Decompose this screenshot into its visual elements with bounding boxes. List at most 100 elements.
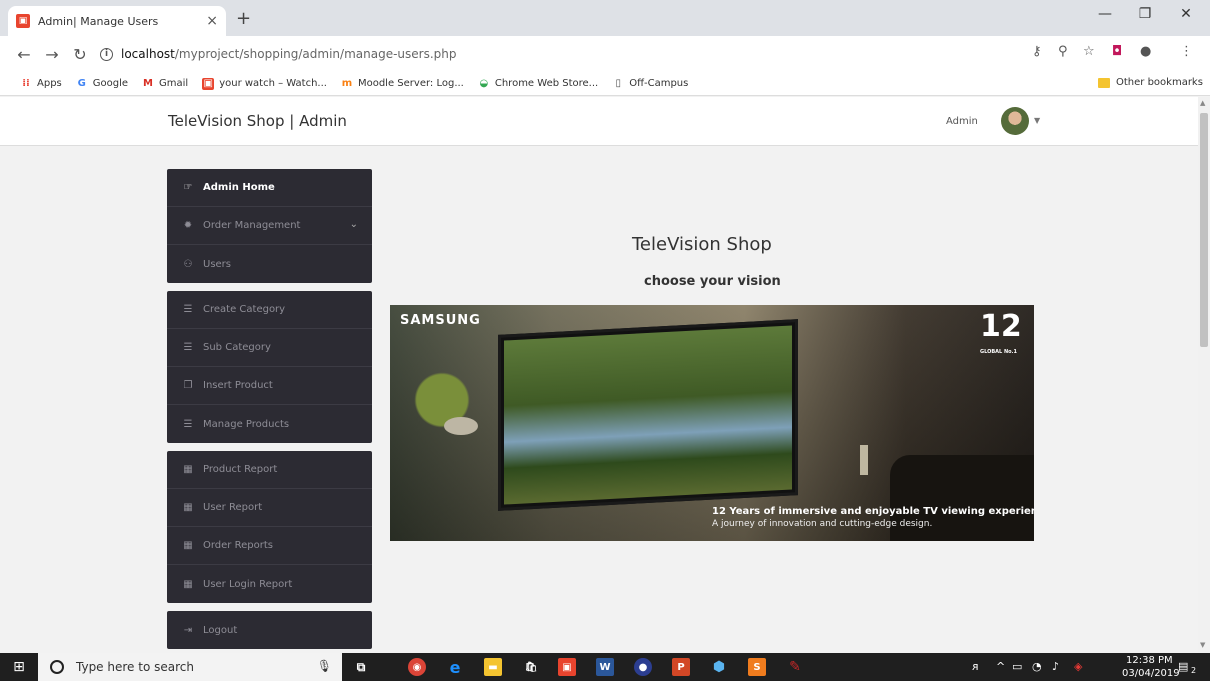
sidebar-item-product-report[interactable]: ▦ Product Report bbox=[167, 451, 372, 489]
cortana-circle-icon bbox=[50, 660, 64, 674]
windows-start-icon[interactable]: ⊞ bbox=[0, 653, 38, 681]
sidebar-item-create-category[interactable]: ☰ Create Category bbox=[167, 291, 372, 329]
word-icon[interactable]: W bbox=[596, 658, 614, 676]
virtualbox-icon[interactable]: ⬢ bbox=[710, 658, 728, 676]
menu-group-session: ⇥ Logout bbox=[167, 611, 372, 649]
chrome-web-store-icon: ◒ bbox=[479, 78, 489, 89]
sidebar-item-manage-products[interactable]: ☰ Manage Products bbox=[167, 405, 372, 443]
sidebar-item-insert-product[interactable]: ❐ Insert Product bbox=[167, 367, 372, 405]
menu-kebab-icon[interactable]: ⋮ bbox=[1180, 44, 1193, 59]
page-subtitle: choose your vision bbox=[644, 274, 781, 289]
eclipse-icon[interactable]: ● bbox=[634, 658, 652, 676]
banner-tagline-primary: 12 Years of immersive and enjoyable TV v… bbox=[712, 506, 1034, 517]
close-window-icon[interactable]: ✕ bbox=[1166, 6, 1206, 22]
file-explorer-icon[interactable]: ▬ bbox=[484, 658, 502, 676]
key-icon[interactable]: ⚷ bbox=[1032, 44, 1042, 59]
sidebar-item-order-management[interactable]: ✹ Order Management ⌄ bbox=[167, 207, 372, 245]
battery-icon[interactable]: ▭ bbox=[1012, 660, 1022, 673]
volume-icon[interactable]: ♪ bbox=[1052, 660, 1059, 673]
caret-down-icon[interactable]: ▼ bbox=[1034, 116, 1040, 125]
store-icon[interactable]: 🛍 bbox=[522, 658, 540, 676]
chevron-down-icon: ⌄ bbox=[349, 219, 358, 230]
notification-center-icon[interactable]: ▤ bbox=[1178, 660, 1188, 673]
browser-tab[interactable]: ▣ Admin| Manage Users × bbox=[8, 6, 226, 36]
address-bar[interactable]: i localhost/myproject/shopping/admin/man… bbox=[100, 40, 1060, 68]
sublime-icon[interactable]: S bbox=[748, 658, 766, 676]
folder-icon bbox=[1098, 77, 1110, 88]
taskbar-clock-time[interactable]: 12:38 PM bbox=[1126, 655, 1173, 666]
paste-icon: ❐ bbox=[183, 380, 193, 391]
forward-icon[interactable]: → bbox=[38, 45, 66, 64]
people-icon[interactable]: ᴙ bbox=[972, 660, 979, 673]
reload-icon[interactable]: ↻ bbox=[66, 45, 94, 64]
table-icon: ▦ bbox=[183, 540, 193, 551]
edge-taskbar-icon[interactable]: e bbox=[446, 658, 464, 677]
powerpoint-icon[interactable]: P bbox=[672, 658, 690, 676]
antivirus-icon[interactable]: ◈ bbox=[1074, 660, 1082, 673]
site-info-icon[interactable]: i bbox=[100, 47, 113, 61]
menu-group-main: ☞ Admin Home ✹ Order Management ⌄ ⚇ User… bbox=[167, 169, 372, 283]
scrollbar-thumb[interactable] bbox=[1200, 113, 1208, 347]
scroll-up-icon[interactable]: ▲ bbox=[1200, 99, 1205, 107]
sidebar-item-logout[interactable]: ⇥ Logout bbox=[167, 611, 372, 649]
banner-vase bbox=[860, 445, 868, 475]
menu-group-catalog: ☰ Create Category ☰ Sub Category ❐ Inser… bbox=[167, 291, 372, 443]
list-icon: ☰ bbox=[183, 418, 193, 430]
page-viewport: TeleVision Shop | Admin Admin ▼ ☞ Admin … bbox=[0, 97, 1198, 653]
close-tab-icon[interactable]: × bbox=[206, 13, 218, 29]
bookmarks-bar: ⁞⁞ Apps G Google M Gmail ▣ your watch – … bbox=[0, 72, 1210, 96]
scroll-down-icon[interactable]: ▼ bbox=[1200, 641, 1205, 649]
microphone-icon[interactable]: 🎙 bbox=[317, 659, 332, 673]
restore-icon[interactable]: ❐ bbox=[1125, 6, 1165, 22]
xampp-icon[interactable]: ▣ bbox=[558, 658, 576, 676]
table-icon: ▦ bbox=[183, 502, 193, 513]
pocket-extension-icon[interactable]: ◘ bbox=[1112, 44, 1122, 59]
bookmark-gmail[interactable]: M Gmail bbox=[142, 78, 188, 90]
tab-title: Admin| Manage Users bbox=[38, 14, 159, 28]
new-tab-button[interactable]: + bbox=[236, 8, 251, 29]
browser-tab-bar: ▣ Admin| Manage Users × + — ❐ ✕ bbox=[0, 0, 1210, 36]
bookmark-chrome-web-store[interactable]: ◒ Chrome Web Store... bbox=[478, 78, 598, 90]
taskbar-clock-date[interactable]: 03/04/2019 bbox=[1122, 668, 1180, 679]
site-favicon-icon: ▣ bbox=[16, 14, 30, 28]
chrome-taskbar-icon[interactable]: ◉ bbox=[408, 658, 426, 676]
google-icon: G bbox=[77, 78, 86, 89]
sidebar-item-order-reports[interactable]: ▦ Order Reports bbox=[167, 527, 372, 565]
bookmark-moodle[interactable]: m Moodle Server: Log... bbox=[341, 78, 464, 90]
sidebar-item-admin-home[interactable]: ☞ Admin Home bbox=[167, 169, 372, 207]
other-bookmarks[interactable]: Other bookmarks bbox=[1098, 77, 1203, 88]
brand-title[interactable]: TeleVision Shop | Admin bbox=[168, 112, 347, 130]
back-icon[interactable]: ← bbox=[10, 45, 38, 64]
hand-pointer-icon: ☞ bbox=[183, 182, 193, 193]
avatar[interactable] bbox=[1001, 107, 1029, 135]
task-view-icon[interactable]: ⧉ bbox=[352, 658, 370, 676]
zoom-icon[interactable]: ⚲ bbox=[1058, 44, 1068, 59]
table-icon: ▦ bbox=[183, 464, 193, 475]
table-icon: ▦ bbox=[183, 578, 193, 590]
sidebar-item-users[interactable]: ⚇ Users bbox=[167, 245, 372, 283]
url-host: localhost bbox=[121, 47, 175, 61]
page-title: TeleVision Shop bbox=[632, 234, 772, 255]
bookmark-star-icon[interactable]: ☆ bbox=[1083, 44, 1095, 59]
url-path: /myproject/shopping/admin/manage-users.p… bbox=[174, 47, 457, 61]
taskbar-search-box[interactable]: Type here to search 🎙 bbox=[38, 653, 342, 681]
sidebar-item-user-report[interactable]: ▦ User Report bbox=[167, 489, 372, 527]
bookmark-off-campus[interactable]: ▯ Off-Campus bbox=[612, 78, 688, 90]
gmail-icon: M bbox=[143, 78, 153, 89]
bookmark-apps[interactable]: ⁞⁞ Apps bbox=[20, 78, 62, 90]
banner-tv-screen bbox=[504, 325, 792, 505]
bookmark-your-watch[interactable]: ▣ your watch – Watch... bbox=[202, 77, 327, 90]
show-hidden-icons-chevron-icon[interactable]: ^ bbox=[996, 660, 1005, 673]
banner-years-badge: 12 bbox=[980, 309, 1022, 344]
watch-site-icon: ▣ bbox=[202, 77, 215, 90]
minimize-icon[interactable]: — bbox=[1085, 6, 1125, 22]
wifi-icon[interactable]: ◔ bbox=[1032, 660, 1042, 673]
sidebar-item-user-login-report[interactable]: ▦ User Login Report bbox=[167, 565, 372, 603]
app-feather-icon[interactable]: ✎ bbox=[786, 658, 804, 676]
sign-out-icon: ⇥ bbox=[183, 624, 193, 636]
sidebar-item-sub-category[interactable]: ☰ Sub Category bbox=[167, 329, 372, 367]
bookmark-google[interactable]: G Google bbox=[76, 78, 128, 90]
admin-user-label[interactable]: Admin bbox=[946, 116, 978, 127]
page-scrollbar[interactable]: ▲ ▼ bbox=[1198, 97, 1210, 653]
profile-avatar-icon[interactable]: ● bbox=[1140, 44, 1151, 59]
